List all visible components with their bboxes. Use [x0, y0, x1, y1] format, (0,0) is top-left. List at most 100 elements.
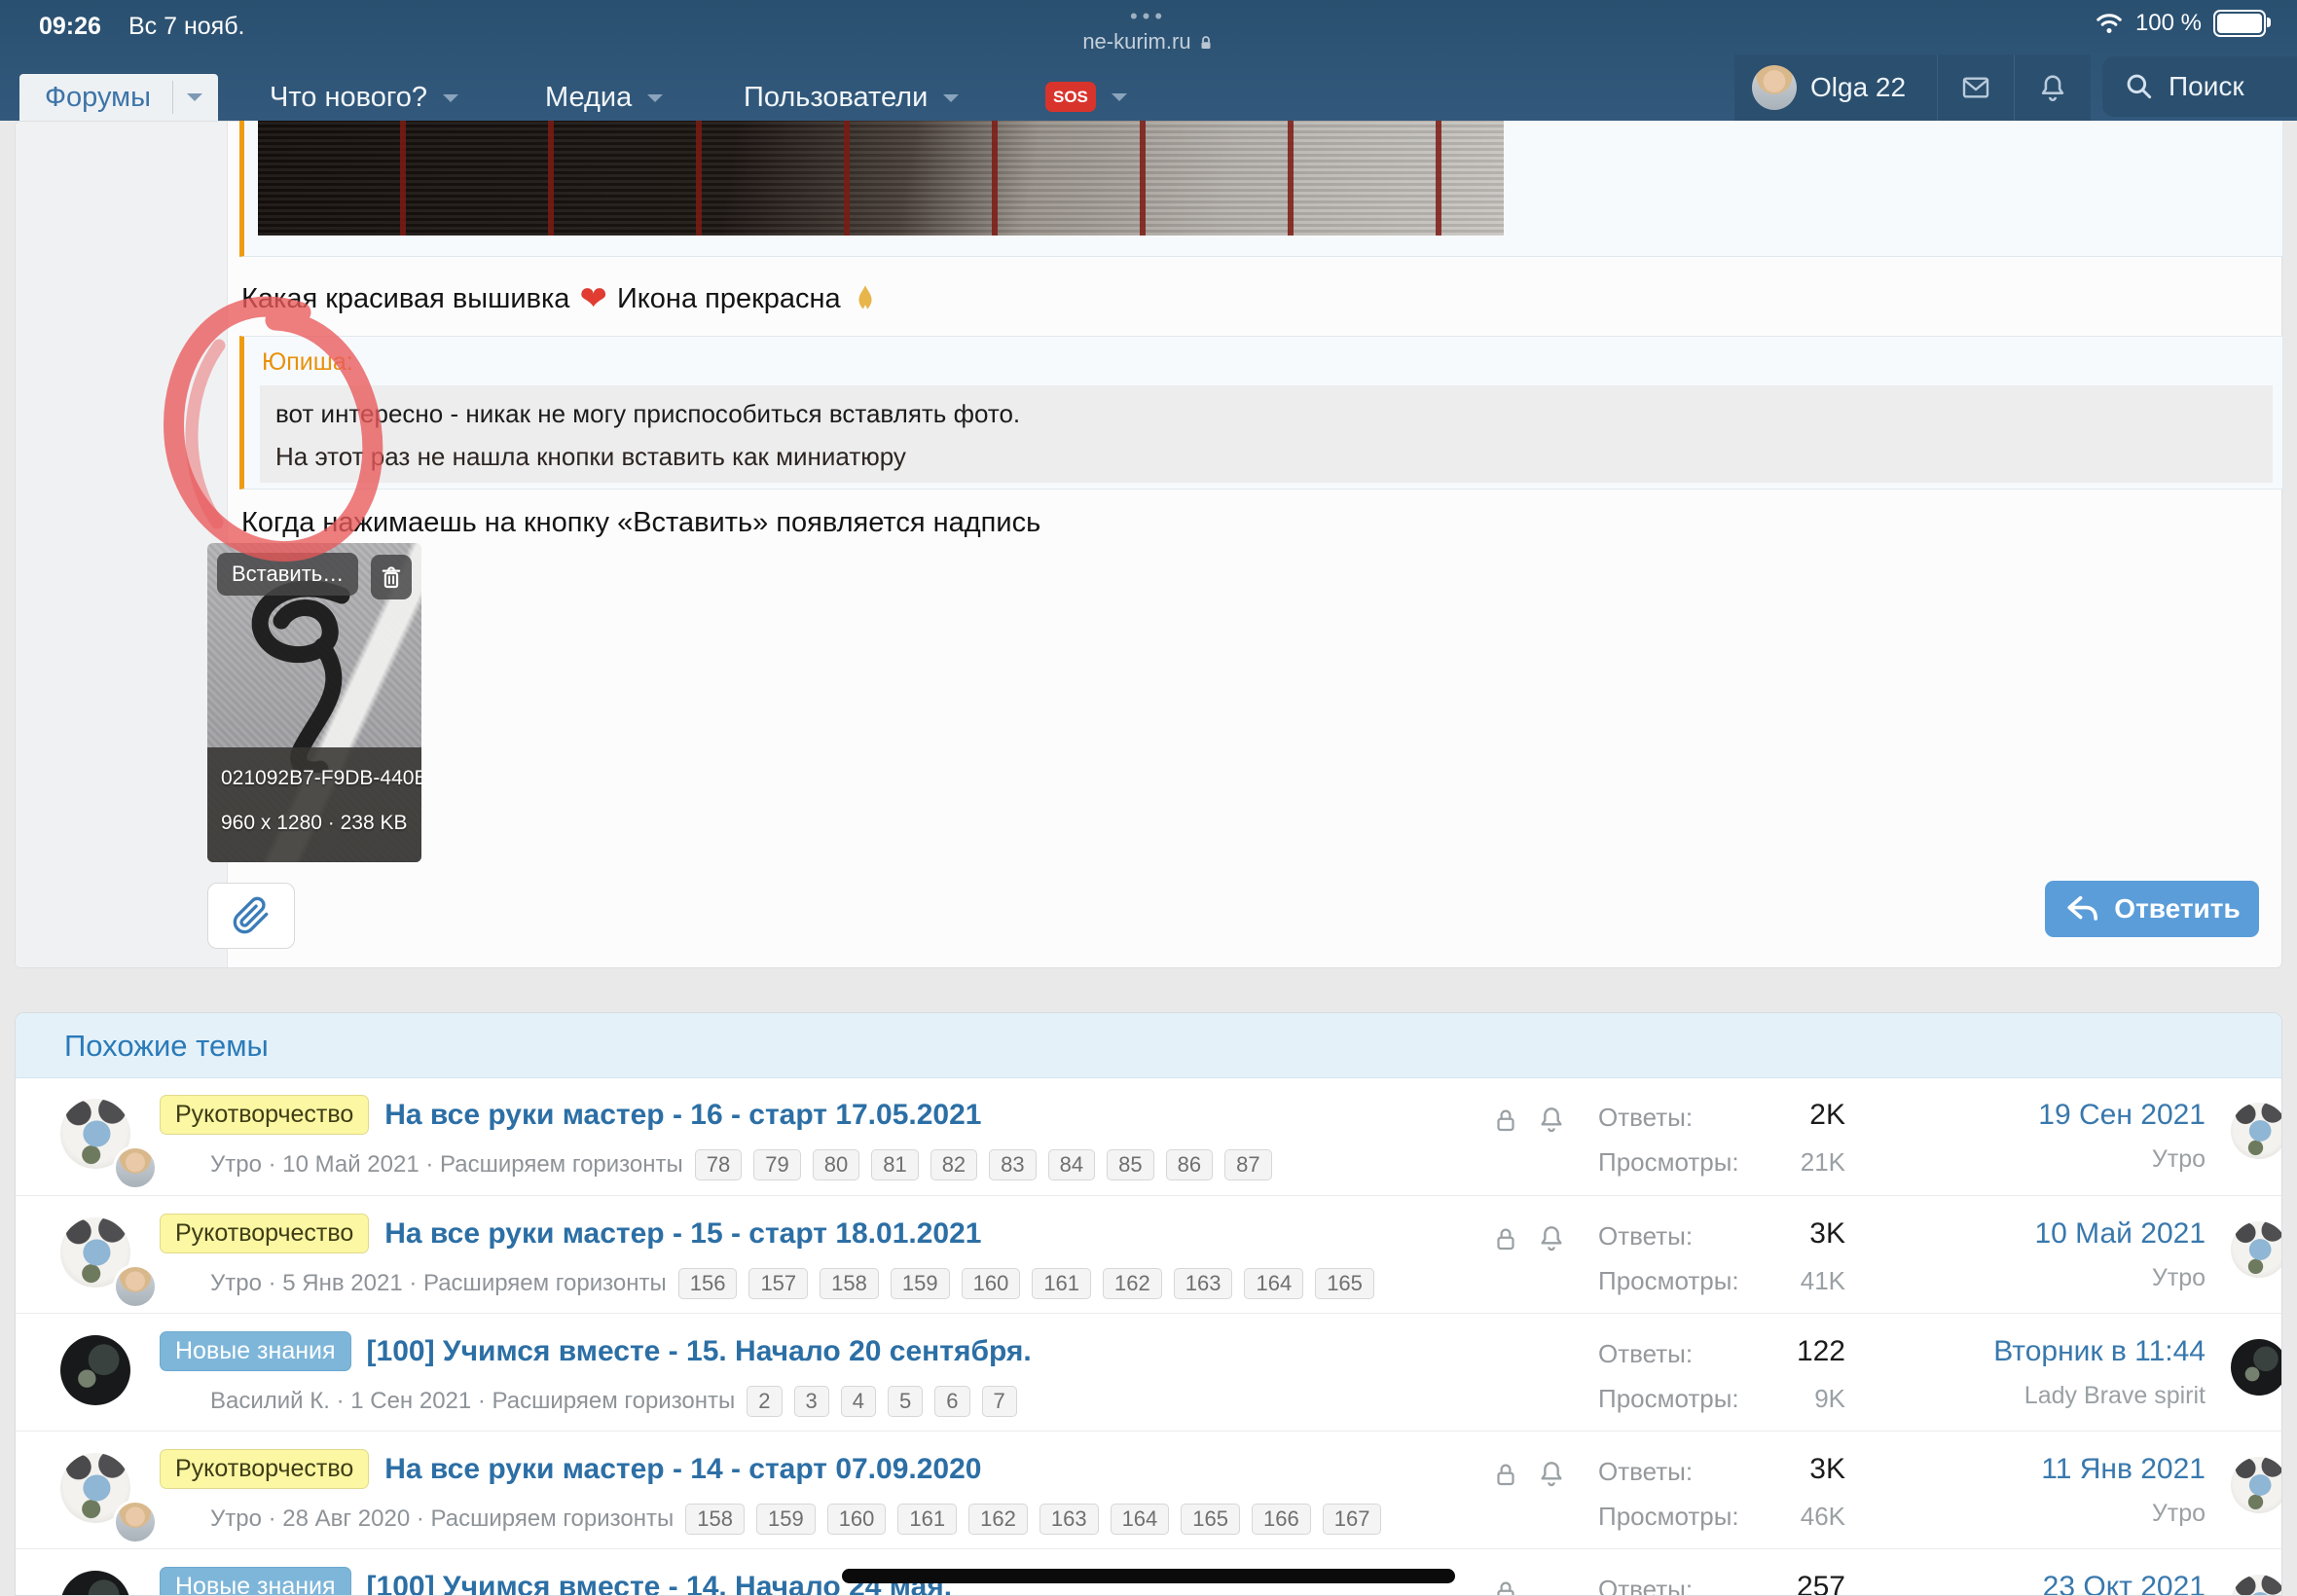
page-link[interactable]: 157	[748, 1268, 808, 1299]
quote-content: вот интересно - никак не могу приспособи…	[260, 385, 2273, 483]
woman-avatar[interactable]	[113, 1145, 158, 1190]
page-link[interactable]: 79	[753, 1149, 800, 1180]
chevron-down-icon[interactable]	[1112, 93, 1127, 109]
nav-media[interactable]: Медиа	[545, 82, 663, 114]
topic-tag[interactable]: Рукотворчество	[160, 1449, 369, 1489]
chevron-down-icon[interactable]	[943, 94, 959, 110]
page-link[interactable]: 161	[897, 1504, 957, 1535]
page-link[interactable]: 163	[1174, 1268, 1233, 1299]
dark-avatar[interactable]	[2231, 1339, 2282, 1396]
topic-title-link[interactable]: На все руки мастер - 15 - старт 18.01.20…	[384, 1217, 981, 1251]
page-link[interactable]: 5	[888, 1386, 923, 1417]
page-link[interactable]: 165	[1315, 1268, 1374, 1299]
similar-topics-title: Похожие темы	[64, 1029, 269, 1064]
page-link[interactable]: 158	[685, 1504, 745, 1535]
page-link[interactable]: 7	[982, 1386, 1017, 1417]
similar-topics-header: Похожие темы	[16, 1013, 2281, 1078]
nav-users[interactable]: Пользователи	[744, 82, 959, 114]
praying-hands-icon	[851, 282, 880, 315]
tab-forums[interactable]: Форумы	[19, 74, 218, 121]
quote-line: На этот раз не нашла кнопки вставить как…	[275, 442, 906, 472]
page-link[interactable]: 4	[841, 1386, 876, 1417]
page-link[interactable]: 162	[968, 1504, 1028, 1535]
page-link[interactable]: 80	[813, 1149, 859, 1180]
last-post-date[interactable]: 19 Сен 2021	[1914, 1099, 2206, 1132]
page-link[interactable]: 158	[820, 1268, 879, 1299]
panda-avatar[interactable]	[2231, 1221, 2282, 1278]
quoted-photo-fabric[interactable]	[258, 121, 1504, 236]
topic-tag[interactable]: Рукотворчество	[160, 1095, 369, 1135]
page-link[interactable]: 167	[1323, 1504, 1382, 1535]
page-link[interactable]: 6	[934, 1386, 969, 1417]
page-link[interactable]: 82	[930, 1149, 977, 1180]
chevron-down-icon[interactable]	[647, 94, 663, 110]
page-link[interactable]: 3	[794, 1386, 829, 1417]
attachment-thumbnail[interactable]: Вставить… 021092B7-F9DB-440E-… 960 x 128…	[207, 543, 421, 862]
topic-tag[interactable]: Рукотворчество	[160, 1214, 369, 1253]
panda-avatar[interactable]	[2231, 1103, 2282, 1159]
woman-avatar[interactable]	[113, 1264, 158, 1309]
insert-button[interactable]: Вставить…	[217, 553, 358, 596]
topic-row: Рукотворчество На все руки мастер - 14 - …	[16, 1431, 2281, 1549]
page-link[interactable]: 165	[1181, 1504, 1240, 1535]
topic-title-link[interactable]: [100] Учимся вместе - 15. Начало 20 сент…	[367, 1335, 1032, 1368]
page-link[interactable]: 83	[989, 1149, 1036, 1180]
nav-media-label: Медиа	[545, 82, 632, 114]
page-link[interactable]: 161	[1032, 1268, 1091, 1299]
topic-title-link[interactable]: На все руки мастер - 14 - старт 07.09.20…	[384, 1453, 981, 1486]
page-link[interactable]: 164	[1244, 1268, 1303, 1299]
page-link[interactable]: 78	[695, 1149, 742, 1180]
page-link[interactable]: 2	[747, 1386, 782, 1417]
page-link[interactable]: 162	[1103, 1268, 1162, 1299]
page-link[interactable]: 86	[1166, 1149, 1213, 1180]
account-menu[interactable]: Olga 22	[1734, 65, 1937, 110]
attachment-meta: 960 x 1280 · 238 KB	[221, 812, 407, 835]
tab-separator	[172, 81, 173, 114]
nav-sos[interactable]: SOS	[1045, 82, 1127, 112]
replies-value: 122	[1729, 1335, 1845, 1368]
topic-row: Новые знания [100] Учимся вместе - 15. На…	[16, 1313, 2281, 1432]
search-button[interactable]: Поиск	[2102, 56, 2297, 117]
last-post-author: Утро	[1865, 1264, 2206, 1292]
last-post-date[interactable]: Вторник в 11:44	[1914, 1335, 2206, 1368]
page-link[interactable]: 159	[891, 1268, 950, 1299]
dark-avatar[interactable]	[60, 1335, 130, 1405]
topic-tag[interactable]: Новые знания	[160, 1331, 351, 1371]
topic-row: Рукотворчество На все руки мастер - 16 - …	[16, 1077, 2281, 1195]
topic-tag[interactable]: Новые знания	[160, 1567, 351, 1596]
quote-author[interactable]: Юпиша:	[262, 348, 353, 377]
page-link[interactable]: 84	[1048, 1149, 1095, 1180]
nav-whats-new[interactable]: Что нового?	[270, 82, 458, 114]
page-link[interactable]: 160	[827, 1504, 887, 1535]
delete-attachment-button[interactable]	[371, 555, 412, 599]
panda-avatar[interactable]	[2231, 1575, 2282, 1596]
chevron-down-icon[interactable]	[443, 94, 458, 110]
page-link[interactable]: 156	[678, 1268, 738, 1299]
reply-button[interactable]: Ответить	[2045, 881, 2259, 937]
attach-file-button[interactable]	[207, 883, 295, 949]
page-link[interactable]: 163	[1039, 1504, 1099, 1535]
page-link[interactable]: 159	[756, 1504, 816, 1535]
topic-title-link[interactable]: На все руки мастер - 16 - старт 17.05.20…	[384, 1099, 981, 1132]
last-post-date[interactable]: 11 Янв 2021	[1914, 1453, 2206, 1486]
bell-icon-wrap	[1536, 1221, 1567, 1259]
last-post-date[interactable]: 23 Окт 2021	[1914, 1571, 2206, 1596]
page-link[interactable]: 160	[962, 1268, 1021, 1299]
chevron-down-icon[interactable]	[187, 93, 202, 109]
bell-icon	[1536, 1103, 1567, 1136]
page-link[interactable]: 85	[1107, 1149, 1153, 1180]
woman-avatar[interactable]	[113, 1500, 158, 1544]
page-link[interactable]: 87	[1224, 1149, 1271, 1180]
last-post-date[interactable]: 10 Май 2021	[1914, 1217, 2206, 1251]
page-link[interactable]: 166	[1252, 1504, 1311, 1535]
replies-label: Ответы:	[1598, 1221, 1693, 1251]
inbox-button[interactable]	[1938, 72, 2014, 103]
panda-avatar[interactable]	[2231, 1457, 2282, 1513]
user-name: Olga 22	[1810, 72, 1906, 103]
alerts-button[interactable]	[2015, 71, 2091, 104]
dark-avatar[interactable]	[60, 1571, 130, 1596]
home-indicator[interactable]	[842, 1569, 1455, 1583]
page-link[interactable]: 81	[871, 1149, 918, 1180]
address-bar[interactable]: ne-kurim.ru	[0, 29, 2297, 54]
page-link[interactable]: 164	[1111, 1504, 1170, 1535]
